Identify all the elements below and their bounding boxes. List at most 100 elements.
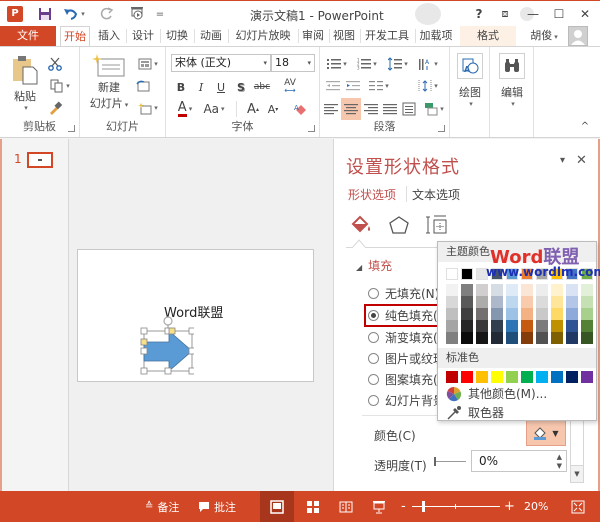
theme-color-shade-swatch[interactable] xyxy=(461,284,473,296)
theme-color-shade-swatch[interactable] xyxy=(491,308,503,320)
theme-color-shade-swatch[interactable] xyxy=(491,320,503,332)
line-spacing-button[interactable]: ▾ xyxy=(384,55,412,73)
paragraph-dialog-launcher[interactable] xyxy=(438,125,445,132)
justify-button[interactable] xyxy=(381,99,399,119)
bold-button[interactable]: B xyxy=(174,79,188,95)
theme-color-shade-swatch[interactable] xyxy=(566,332,578,344)
pane-options-button[interactable]: ▾ xyxy=(560,155,565,166)
font-color-button[interactable]: A ▾ xyxy=(171,99,199,119)
theme-color-shade-swatch[interactable] xyxy=(536,332,548,344)
theme-color-shade-swatch[interactable] xyxy=(491,332,503,344)
standard-color-swatch[interactable] xyxy=(566,371,578,383)
effects-category-button[interactable] xyxy=(388,215,410,238)
theme-color-shade-swatch[interactable] xyxy=(551,308,563,320)
slide-thumbnail[interactable] xyxy=(27,152,53,168)
tab-developer[interactable]: 开发工具 xyxy=(361,26,413,46)
theme-color-shade-swatch[interactable] xyxy=(551,284,563,296)
section-button[interactable]: ▾ xyxy=(134,99,162,117)
theme-color-shade-swatch[interactable] xyxy=(506,320,518,332)
zoom-level[interactable]: 20% xyxy=(524,491,548,522)
powerpoint-app-icon[interactable]: P xyxy=(6,5,24,23)
font-name-combobox[interactable]: 宋体 (正文) ▾ xyxy=(171,54,271,72)
arrow-shape[interactable] xyxy=(138,316,194,376)
transparency-input[interactable]: 0% ▲ ▼ xyxy=(471,450,567,472)
theme-color-shade-swatch[interactable] xyxy=(491,296,503,308)
normal-view-button[interactable] xyxy=(260,491,294,522)
tab-review[interactable]: 审阅 xyxy=(299,26,327,46)
scroll-down-button[interactable]: ▼ xyxy=(570,465,584,483)
tab-animations[interactable]: 动画 xyxy=(196,26,226,46)
distributed-button[interactable] xyxy=(400,99,418,119)
no-fill-radio[interactable]: 无填充(N) xyxy=(368,285,439,302)
spin-arrows-icon[interactable]: ▲ ▼ xyxy=(557,451,562,471)
theme-color-shade-swatch[interactable] xyxy=(476,308,488,320)
comments-button[interactable]: 批注 xyxy=(198,491,236,522)
theme-color-shade-swatch[interactable] xyxy=(581,308,593,320)
theme-color-shade-swatch[interactable] xyxy=(506,284,518,296)
zoom-slider[interactable] xyxy=(412,501,500,512)
paste-button[interactable]: 粘贴 ▾ xyxy=(8,55,42,125)
theme-color-shade-swatch[interactable] xyxy=(566,296,578,308)
slide-canvas[interactable]: Word联盟 xyxy=(77,249,314,382)
notes-button[interactable]: ≙ 备注 xyxy=(145,491,179,522)
theme-color-shade-swatch[interactable] xyxy=(476,320,488,332)
theme-color-shade-swatch[interactable] xyxy=(536,308,548,320)
copy-button[interactable]: ▾ xyxy=(46,77,74,95)
standard-color-swatch[interactable] xyxy=(491,371,503,383)
theme-color-shade-swatch[interactable] xyxy=(521,296,533,308)
help-button[interactable]: ? xyxy=(468,5,490,23)
undo-button[interactable]: ▾ xyxy=(62,5,86,23)
editing-button[interactable]: 编辑 ▾ xyxy=(496,53,528,119)
standard-color-swatch[interactable] xyxy=(581,371,593,383)
zoom-slider-thumb[interactable] xyxy=(422,501,425,512)
tab-slideshow[interactable]: 幻灯片放映 xyxy=(230,26,296,46)
fit-to-window-button[interactable] xyxy=(568,491,588,522)
maximize-button[interactable]: ☐ xyxy=(548,5,570,23)
eyedropper-menu-item[interactable]: 取色器 xyxy=(446,404,504,421)
theme-color-shade-swatch[interactable] xyxy=(551,296,563,308)
slideshow-view-button[interactable] xyxy=(366,491,392,522)
standard-color-swatch[interactable] xyxy=(551,371,563,383)
theme-color-shade-swatch[interactable] xyxy=(506,332,518,344)
customize-quick-access-button[interactable]: = xyxy=(154,5,166,23)
layout-button[interactable]: ▾ xyxy=(134,55,162,73)
smartart-button[interactable]: ▾ xyxy=(420,99,448,119)
align-left-button[interactable] xyxy=(322,99,340,119)
theme-color-shade-swatch[interactable] xyxy=(521,332,533,344)
decrease-indent-button[interactable] xyxy=(324,77,342,95)
numbering-button[interactable]: 1 2 3 ▾ xyxy=(354,55,380,73)
theme-color-swatch[interactable] xyxy=(446,268,458,280)
theme-color-shade-swatch[interactable] xyxy=(521,320,533,332)
standard-color-swatch[interactable] xyxy=(461,371,473,383)
strikethrough-button[interactable]: abc xyxy=(252,79,272,95)
theme-color-shade-swatch[interactable] xyxy=(461,308,473,320)
theme-color-shade-swatch[interactable] xyxy=(446,308,458,320)
theme-color-shade-swatch[interactable] xyxy=(551,332,563,344)
increase-font-size-button[interactable]: A ▴ xyxy=(244,99,262,119)
tab-view[interactable]: 视图 xyxy=(330,26,358,46)
increase-indent-button[interactable] xyxy=(344,77,362,95)
theme-color-shade-swatch[interactable] xyxy=(461,320,473,332)
text-shadow-button[interactable]: S xyxy=(234,79,248,95)
standard-color-swatch[interactable] xyxy=(446,371,458,383)
theme-color-shade-swatch[interactable] xyxy=(506,296,518,308)
tab-insert[interactable]: 插入 xyxy=(94,26,124,46)
theme-color-shade-swatch[interactable] xyxy=(536,284,548,296)
theme-color-shade-swatch[interactable] xyxy=(446,320,458,332)
decrease-font-size-button[interactable]: A ▾ xyxy=(264,99,282,119)
save-button[interactable] xyxy=(36,5,54,23)
theme-color-shade-swatch[interactable] xyxy=(536,296,548,308)
reset-slide-button[interactable] xyxy=(134,77,152,95)
pane-close-button[interactable]: ✕ xyxy=(576,153,587,168)
italic-button[interactable]: I xyxy=(194,79,208,95)
theme-color-shade-swatch[interactable] xyxy=(581,320,593,332)
theme-color-shade-swatch[interactable] xyxy=(566,320,578,332)
theme-color-shade-swatch[interactable] xyxy=(566,284,578,296)
theme-color-shade-swatch[interactable] xyxy=(581,284,593,296)
tab-format[interactable]: 格式 xyxy=(460,26,516,46)
clear-formatting-button[interactable]: A xyxy=(290,99,310,119)
tab-addins[interactable]: 加载项 xyxy=(416,26,456,46)
tab-text-options[interactable]: 文本选项 xyxy=(412,186,460,203)
theme-color-shade-swatch[interactable] xyxy=(461,296,473,308)
collapse-ribbon-button[interactable]: ^ xyxy=(578,119,592,133)
